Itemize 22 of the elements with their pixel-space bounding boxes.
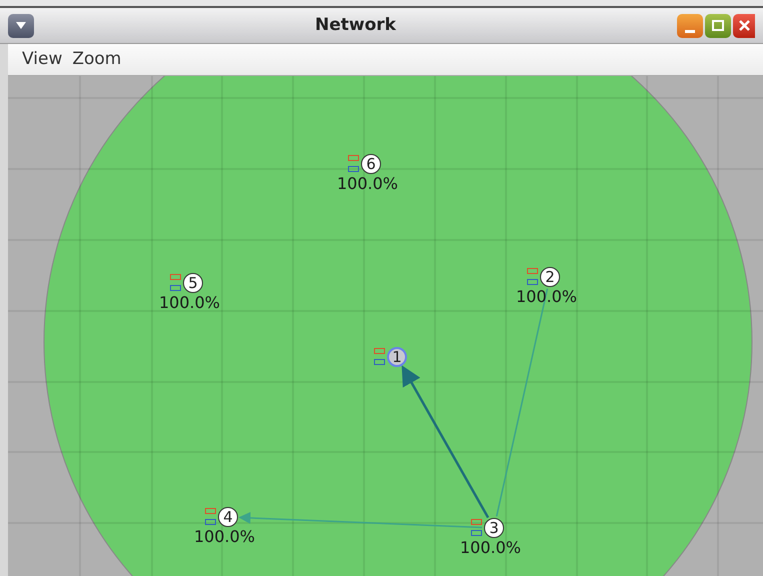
node-reading: 100.0% [337, 176, 398, 192]
window-menu-button[interactable] [8, 14, 34, 38]
menu-item[interactable]: Zoom [72, 46, 122, 72]
close-icon [738, 20, 750, 31]
status-icon [471, 519, 482, 536]
status-icon [527, 268, 538, 285]
status-icon [170, 274, 181, 291]
status-icon [374, 348, 385, 365]
status-icon [348, 155, 359, 172]
window-title: Network [314, 14, 397, 37]
menu-item[interactable]: View [22, 46, 62, 72]
node-reading: 100.0% [159, 295, 220, 311]
node-reading: 100.0% [194, 529, 256, 545]
node-reading: 100.0% [516, 289, 578, 305]
caret-icon [16, 22, 26, 29]
minimize-icon [685, 30, 695, 32]
maximize-button[interactable] [705, 14, 731, 38]
close-button[interactable] [733, 14, 755, 38]
node-reading: 100.0% [460, 540, 522, 556]
minimize-button[interactable] [677, 14, 703, 38]
maximize-icon [712, 20, 724, 31]
status-icon [205, 508, 216, 525]
